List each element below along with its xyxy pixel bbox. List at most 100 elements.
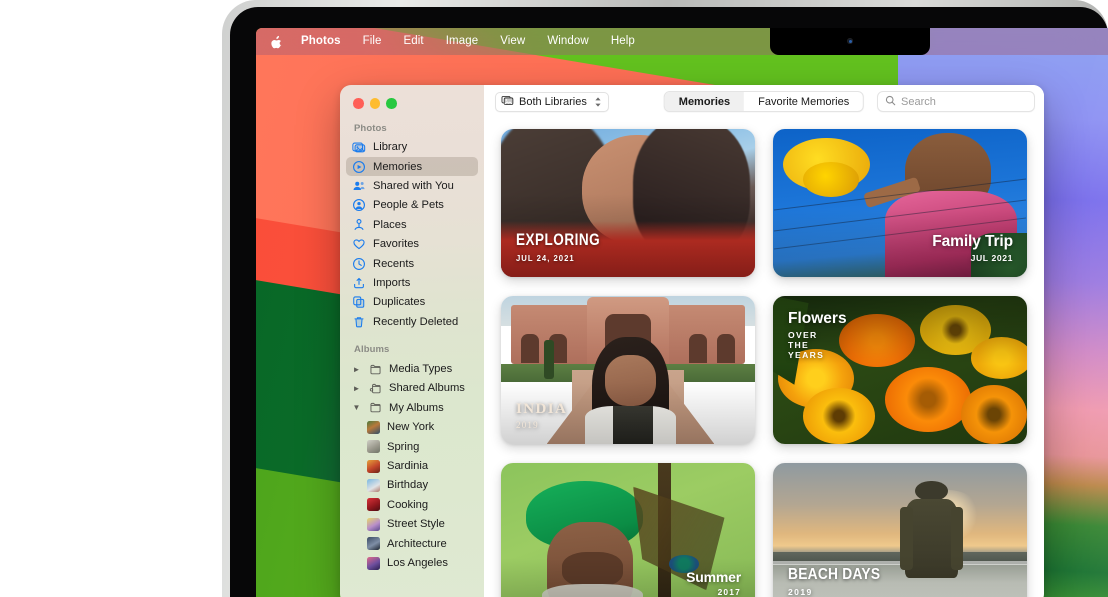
memory-title: Family Trip <box>932 233 1013 251</box>
menu-item-image[interactable]: Image <box>435 28 489 55</box>
memory-card[interactable]: Family Trip JUL 2021 <box>773 129 1027 277</box>
sidebar-item-label: Sardinia <box>387 460 428 472</box>
sidebar-item-label: Cooking <box>387 499 428 511</box>
chevron-right-icon[interactable]: ► <box>352 365 361 374</box>
laptop-screen: Photos File Edit Image View Window Help … <box>256 28 1108 597</box>
album-thumbnail <box>367 557 380 570</box>
menu-item-edit[interactable]: Edit <box>393 28 435 55</box>
close-button[interactable] <box>353 98 364 109</box>
album-thumbnail <box>367 421 380 434</box>
sidebar-album-street-style[interactable]: Street Style <box>346 515 478 534</box>
memory-title: Summer <box>686 569 741 585</box>
sidebar-item-people-pets[interactable]: People & Pets <box>346 196 478 215</box>
sidebar-item-imports[interactable]: Imports <box>346 273 478 292</box>
sidebar-album-birthday[interactable]: Birthday <box>346 476 478 495</box>
album-thumbnail <box>367 479 380 492</box>
photos-app-window: Photos Library Memories Shared with You <box>340 85 1044 597</box>
import-arrow-icon <box>352 276 366 290</box>
sidebar-item-label: People & Pets <box>373 199 444 211</box>
people-pets-icon <box>352 198 366 212</box>
memory-title: Flowers <box>788 310 799 328</box>
memory-title: INDIA <box>516 401 567 418</box>
memories-icon <box>352 160 366 174</box>
sidebar-item-label: Shared Albums <box>389 382 465 394</box>
sidebar-item-my-albums[interactable]: ▼ My Albums <box>346 398 478 417</box>
sidebar-album-spring[interactable]: Spring <box>346 437 478 456</box>
sidebar-item-label: Spring <box>387 441 419 453</box>
sidebar-item-shared-albums[interactable]: ► Shared Albums <box>346 379 478 398</box>
sidebar-item-media-types[interactable]: ► Media Types <box>346 359 478 378</box>
apple-logo-icon[interactable] <box>270 34 283 49</box>
sidebar-album-sardinia[interactable]: Sardinia <box>346 456 478 475</box>
memory-card[interactable]: INDIA 2019 <box>501 296 755 444</box>
trash-icon <box>352 315 366 329</box>
album-thumbnail <box>367 537 380 550</box>
display-notch <box>770 28 930 55</box>
sidebar-item-label: Shared with You <box>373 180 454 192</box>
heart-icon <box>352 237 366 251</box>
shared-folder-icon <box>368 381 382 395</box>
sidebar-item-recents[interactable]: Recents <box>346 254 478 273</box>
menu-bar[interactable]: Photos File Edit Image View Window Help <box>256 28 1108 55</box>
sidebar-item-label: New York <box>387 421 434 433</box>
content-area: Both Libraries Memories Favorite Memorie… <box>484 85 1044 597</box>
library-selector-button[interactable]: Both Libraries <box>495 92 609 112</box>
sidebar-item-places[interactable]: Places <box>346 215 478 234</box>
sidebar-item-library[interactable]: Library <box>346 138 478 157</box>
sidebar-item-label: Duplicates <box>373 296 425 308</box>
sidebar: Photos Library Memories Shared with You <box>340 85 484 597</box>
memories-segmented-control[interactable]: Memories Favorite Memories <box>664 91 864 112</box>
sidebar-item-label: Library <box>373 141 407 153</box>
sidebar-item-label: Street Style <box>387 518 445 530</box>
memory-subtitle: JUL 2021 <box>932 253 1013 263</box>
sidebar-item-label: Architecture <box>387 538 447 550</box>
search-field[interactable]: Search <box>877 91 1035 112</box>
memory-subtitle: 2019 <box>516 420 567 430</box>
tab-memories[interactable]: Memories <box>665 92 744 111</box>
minimize-button[interactable] <box>370 98 381 109</box>
tab-favorite-memories[interactable]: Favorite Memories <box>744 92 863 111</box>
sidebar-item-label: Los Angeles <box>387 557 448 569</box>
sidebar-album-cooking[interactable]: Cooking <box>346 495 478 514</box>
memory-card[interactable]: Flowers OVER THE YEARS <box>773 296 1027 444</box>
menu-item-file[interactable]: File <box>352 28 393 55</box>
chevron-right-icon[interactable]: ► <box>352 384 361 393</box>
memory-card[interactable]: EXPLORING JUL 24, 2021 <box>501 129 755 277</box>
zoom-button[interactable] <box>386 98 397 109</box>
menu-item-window[interactable]: Window <box>536 28 600 55</box>
memory-caption: Summer 2017 <box>686 569 741 597</box>
sidebar-album-los-angeles[interactable]: Los Angeles <box>346 553 478 572</box>
menu-item-help[interactable]: Help <box>600 28 646 55</box>
places-pin-icon <box>352 218 366 232</box>
chevron-down-icon[interactable]: ▼ <box>352 403 361 412</box>
sidebar-item-shared-with-you[interactable]: Shared with You <box>346 176 478 195</box>
window-controls[interactable] <box>340 85 484 109</box>
sidebar-item-favorites[interactable]: Favorites <box>346 234 478 253</box>
duplicates-icon <box>352 295 366 309</box>
up-down-chevrons-icon[interactable] <box>594 96 602 108</box>
album-thumbnail <box>367 460 380 473</box>
sidebar-item-label: Favorites <box>373 238 419 250</box>
memory-caption: BEACH DAYS 2019 <box>788 566 895 597</box>
sidebar-item-label: Birthday <box>387 479 428 491</box>
album-thumbnail <box>367 440 380 453</box>
sidebar-item-recently-deleted[interactable]: Recently Deleted <box>346 312 478 331</box>
memory-subtitle: 2017 <box>686 587 741 597</box>
screenshot-root: Photos File Edit Image View Window Help … <box>0 0 1108 597</box>
sidebar-item-label: Places <box>373 219 407 231</box>
sidebar-scroll[interactable]: Photos Library Memories Shared with You <box>340 109 484 573</box>
sidebar-section-photos-header: Photos <box>340 123 484 138</box>
memory-card[interactable]: Summer 2017 <box>501 463 755 597</box>
album-thumbnail <box>367 498 380 511</box>
menu-item-view[interactable]: View <box>489 28 536 55</box>
menu-item-photos[interactable]: Photos <box>290 28 352 55</box>
sidebar-album-architecture[interactable]: Architecture <box>346 534 478 553</box>
memory-card[interactable]: BEACH DAYS 2019 <box>773 463 1027 597</box>
photo-stack-icon <box>501 94 514 110</box>
sidebar-item-label: Recents <box>373 258 414 270</box>
sidebar-item-memories[interactable]: Memories <box>346 157 478 176</box>
sidebar-item-duplicates[interactable]: Duplicates <box>346 293 478 312</box>
sidebar-album-new-york[interactable]: New York <box>346 418 478 437</box>
search-icon <box>885 95 896 109</box>
sidebar-item-label: Memories <box>373 161 422 173</box>
